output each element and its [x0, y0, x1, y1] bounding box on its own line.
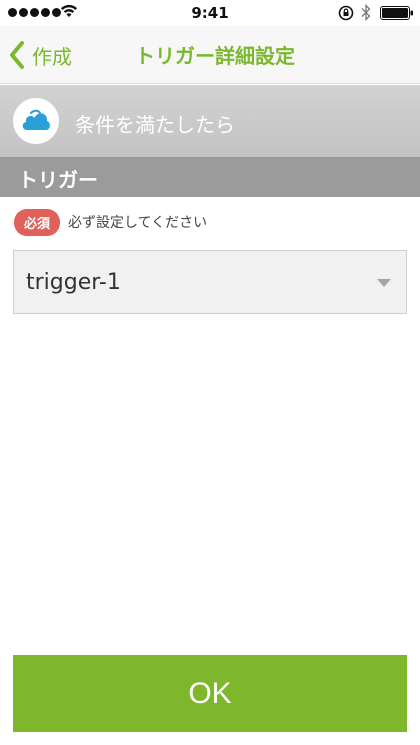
- status-bar: 9:41: [0, 0, 420, 26]
- section-title: トリガー: [18, 168, 98, 192]
- trigger-select[interactable]: trigger-1: [13, 250, 407, 314]
- ok-button[interactable]: OK: [13, 655, 407, 732]
- required-hint: 必ず設定してください: [68, 215, 208, 231]
- required-row: 必須 必ず設定してください: [14, 208, 208, 236]
- cloud-icon: [22, 109, 50, 130]
- condition-header: 条件を満たしたら: [0, 85, 420, 157]
- section-header: トリガー: [0, 157, 420, 197]
- required-badge: 必須: [14, 208, 61, 236]
- bluetooth-icon: [361, 4, 371, 21]
- rotation-lock-icon: [338, 5, 354, 21]
- battery-icon: [380, 6, 413, 20]
- navigation-bar: 作成 トリガー詳細設定: [0, 26, 420, 84]
- trigger-select-value: trigger-1: [26, 270, 121, 295]
- chevron-down-icon: [377, 279, 391, 287]
- status-time: 9:41: [191, 4, 229, 22]
- condition-label: 条件を満たしたら: [75, 113, 235, 137]
- condition-icon-circle: [13, 98, 59, 144]
- page-title: トリガー詳細設定: [135, 44, 295, 68]
